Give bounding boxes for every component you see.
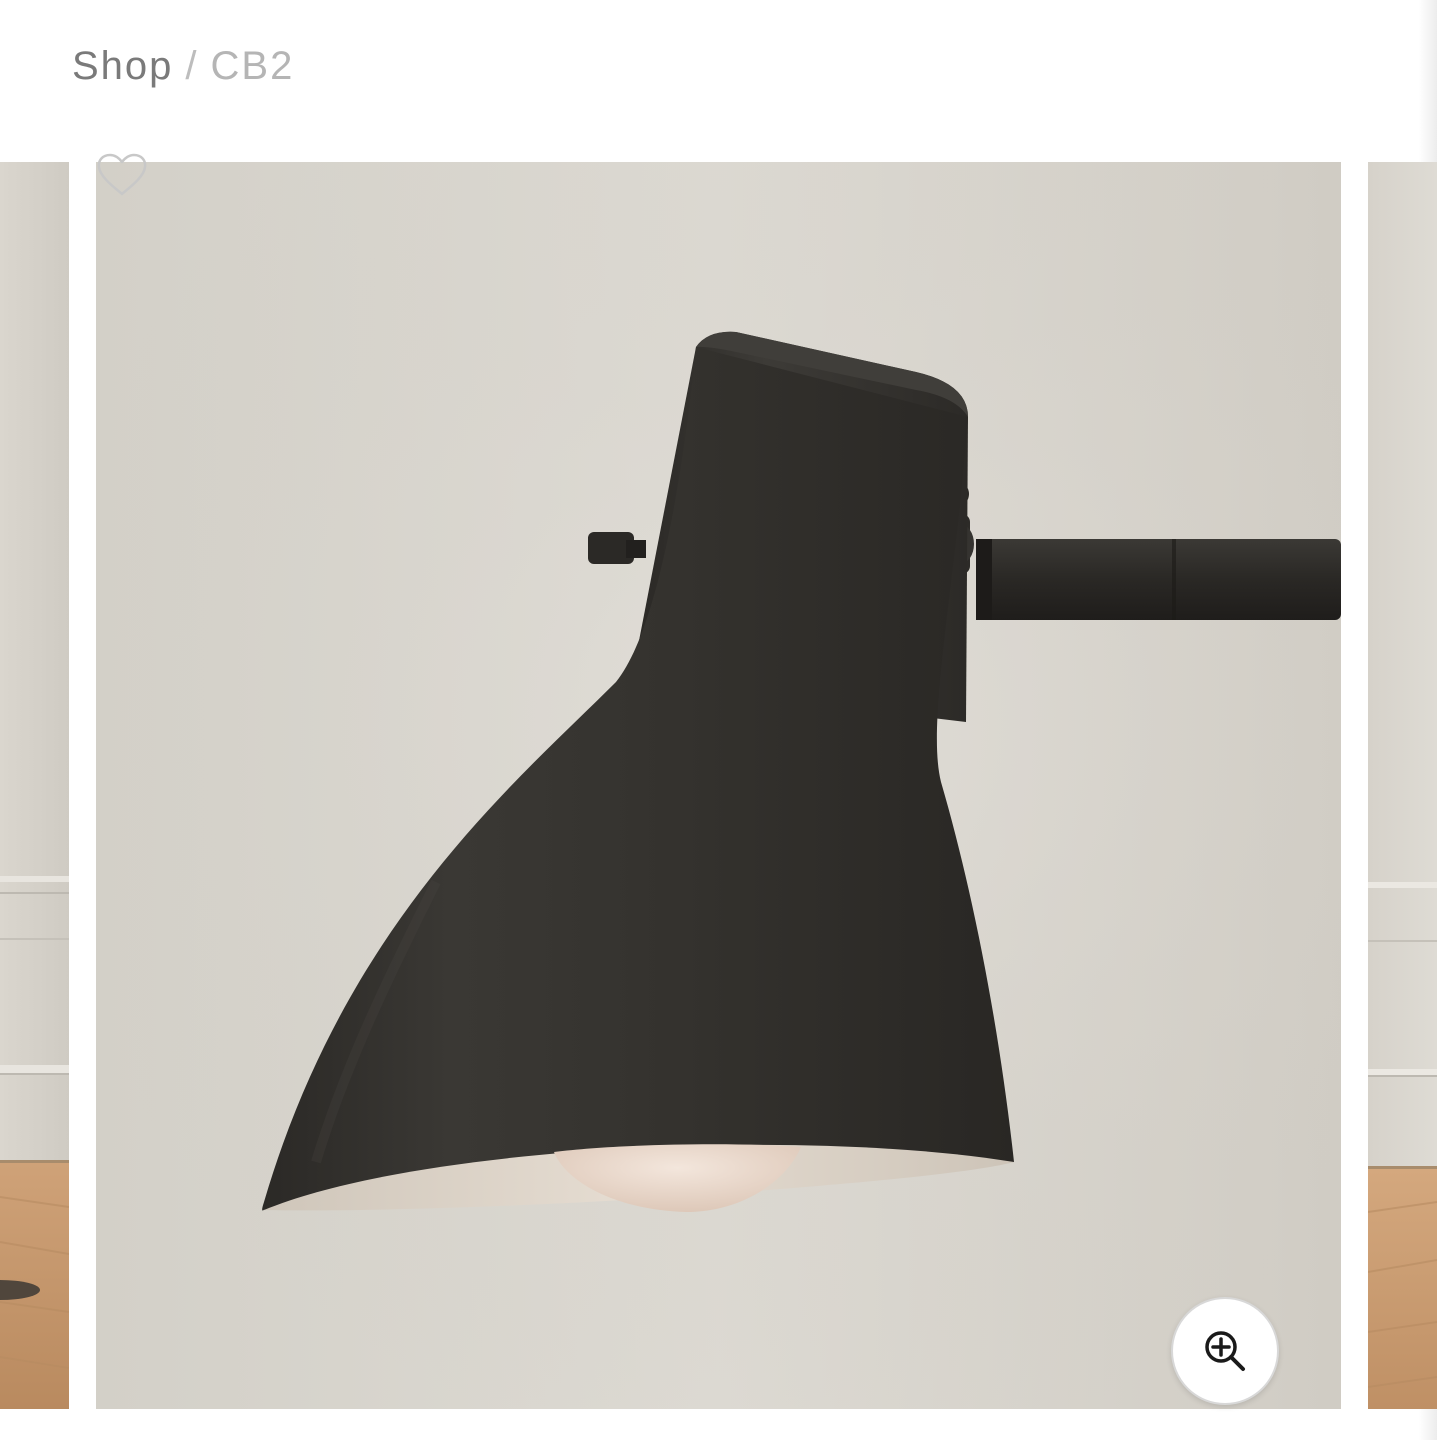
zoom-in-icon [1205, 1331, 1245, 1371]
product-image-carousel[interactable] [0, 162, 1437, 1409]
breadcrumb: Shop / CB2 [72, 44, 294, 89]
wishlist-heart-icon[interactable] [96, 152, 148, 198]
zoom-button[interactable] [1171, 1297, 1279, 1405]
main-product-image[interactable] [96, 162, 1341, 1409]
breadcrumb-separator: / [185, 44, 199, 88]
breadcrumb-brand-link[interactable]: CB2 [211, 44, 295, 88]
next-product-image[interactable] [1368, 162, 1437, 1409]
previous-product-image[interactable] [0, 162, 69, 1409]
product-page: Shop / CB2 [0, 0, 1437, 1440]
breadcrumb-shop-link[interactable]: Shop [72, 44, 173, 88]
